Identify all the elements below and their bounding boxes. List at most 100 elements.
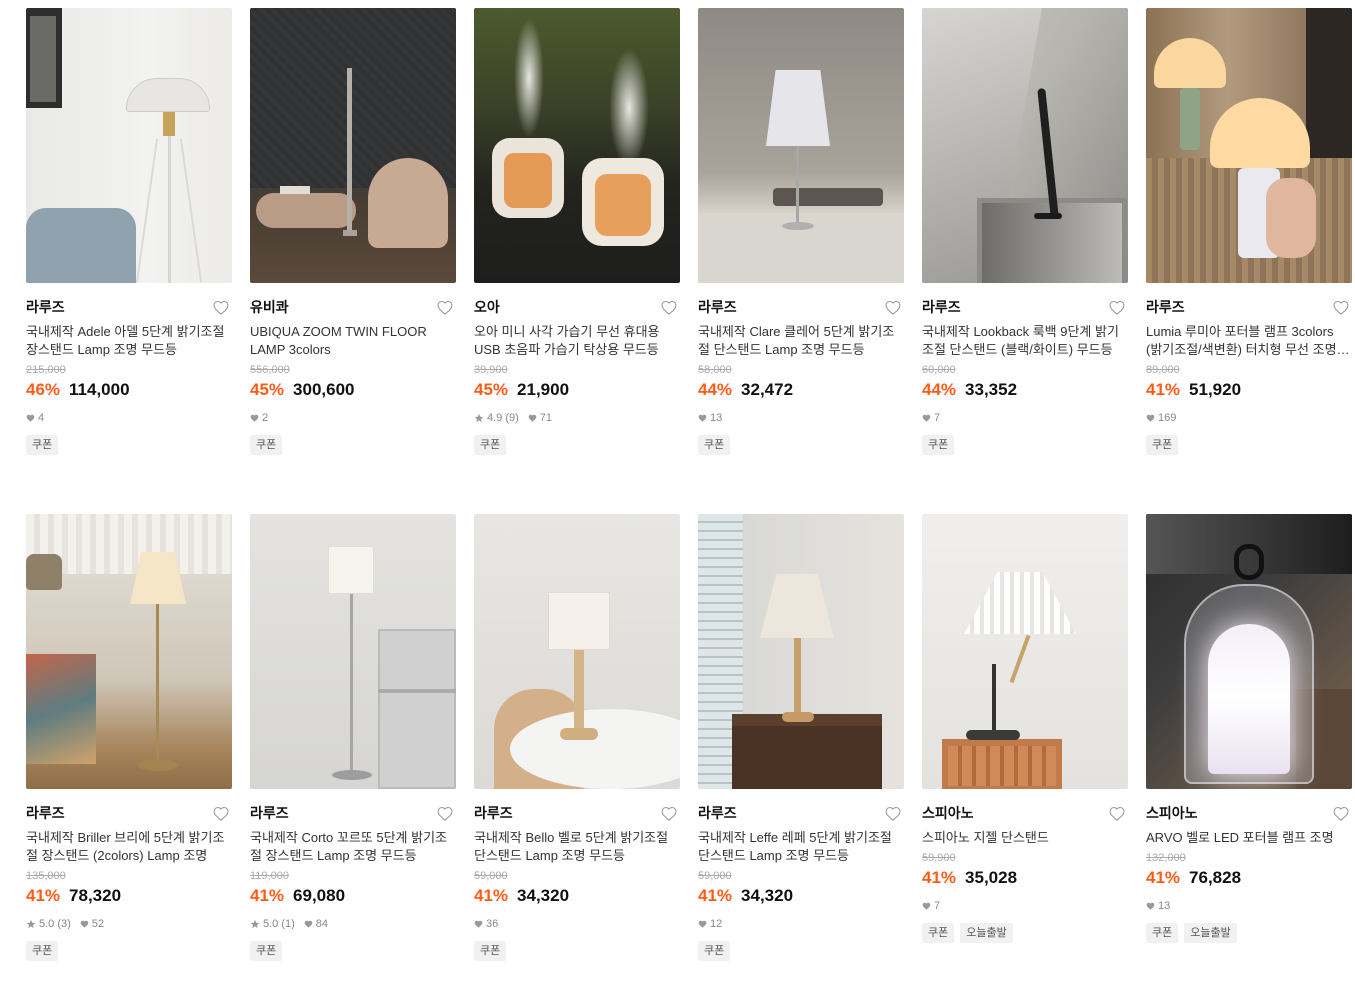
badge-coupon: 쿠폰 <box>250 435 283 455</box>
badge-ships-today: 오늘출발 <box>960 923 1013 943</box>
product-image[interactable] <box>26 514 232 789</box>
product-image[interactable] <box>698 8 904 283</box>
wishlist-heart-icon[interactable] <box>1332 804 1350 822</box>
like-count: 52 <box>91 918 105 930</box>
discount-rate: 45% <box>250 380 285 399</box>
product-image[interactable] <box>698 514 904 789</box>
product-title[interactable]: 국내제작 Leffe 레페 5단계 밝기조절 단스탠드 Lamp 조명 무드등 <box>698 829 904 865</box>
product-card[interactable]: 라루즈 국내제작 Adele 아델 5단계 밝기조절 장스탠드 Lamp 조명 … <box>26 8 232 478</box>
original-price: 89,000 <box>1146 364 1180 376</box>
product-title[interactable]: Lumia 루미아 포터블 램프 3colors (밝기조절/색변환) 터치형 … <box>1146 323 1352 359</box>
star-icon <box>26 919 36 929</box>
badge-coupon: 쿠폰 <box>1146 923 1179 943</box>
product-image[interactable] <box>1146 514 1352 789</box>
product-image[interactable] <box>922 514 1128 789</box>
brand-name[interactable]: 라루즈 <box>26 803 65 823</box>
discount-rate: 41% <box>1146 868 1181 887</box>
wishlist-heart-icon[interactable] <box>436 804 454 822</box>
product-image[interactable] <box>250 8 456 283</box>
like-count: 7 <box>934 900 941 912</box>
product-image[interactable] <box>922 8 1128 283</box>
like-count: 12 <box>710 918 723 930</box>
product-title[interactable]: 국내제작 Clare 클레어 5단계 밝기조절 단스탠드 Lamp 조명 무드등 <box>698 323 904 359</box>
product-card[interactable]: 스피아노 스피아노 지젤 단스탠드 59,900 41% 35,028 7 쿠폰 오… <box>922 514 1128 984</box>
product-image[interactable] <box>474 8 680 283</box>
wishlist-heart-icon[interactable] <box>1108 804 1126 822</box>
brand-name[interactable]: 오아 <box>474 297 500 317</box>
product-title[interactable]: 국내제작 Briller 브리에 5단계 밝기조절 장스탠드 (2colors)… <box>26 829 232 865</box>
brand-name[interactable]: 라루즈 <box>698 803 737 823</box>
sale-price: 51,920 <box>1189 380 1242 399</box>
wishlist-heart-icon[interactable] <box>212 804 230 822</box>
sale-price: 34,320 <box>741 886 794 905</box>
brand-name[interactable]: 스피아노 <box>1146 803 1198 823</box>
product-title[interactable]: 스피아노 지젤 단스탠드 <box>922 829 1128 847</box>
product-title[interactable]: ARVO 벨로 LED 포터블 램프 조명 <box>1146 829 1352 847</box>
like-count: 169 <box>1158 412 1177 424</box>
sale-price: 76,828 <box>1189 868 1242 887</box>
wishlist-heart-icon[interactable] <box>436 298 454 316</box>
product-card[interactable]: 라루즈 국내제작 Bello 벨로 5단계 밝기조절 단스탠드 Lamp 조명 … <box>474 514 680 984</box>
like-count: 71 <box>539 412 553 424</box>
heart-icon <box>922 414 931 422</box>
product-image[interactable] <box>250 514 456 789</box>
wishlist-heart-icon[interactable] <box>884 804 902 822</box>
product-title[interactable]: 국내제작 Bello 벨로 5단계 밝기조절 단스탠드 Lamp 조명 무드등 <box>474 829 680 865</box>
sale-price: 32,472 <box>741 380 794 399</box>
product-title[interactable]: 국내제작 Corto 꼬르또 5단계 밝기조절 장스탠드 Lamp 조명 무드등 <box>250 829 456 865</box>
discount-rate: 41% <box>922 868 957 887</box>
brand-name[interactable]: 유비콰 <box>250 297 289 317</box>
brand-name[interactable]: 라루즈 <box>250 803 289 823</box>
original-price: 58,000 <box>698 364 732 376</box>
discount-rate: 41% <box>698 886 733 905</box>
product-image[interactable] <box>474 514 680 789</box>
wishlist-heart-icon[interactable] <box>1332 298 1350 316</box>
product-image[interactable] <box>26 8 232 283</box>
sale-price: 300,600 <box>293 380 355 399</box>
product-card[interactable]: 라루즈 국내제작 Corto 꼬르또 5단계 밝기조절 장스탠드 Lamp 조명… <box>250 514 456 984</box>
product-card[interactable]: 라루즈 국내제작 Lookback 룩백 9단계 밝기조절 단스탠드 (블랙/화… <box>922 8 1128 478</box>
heart-icon <box>474 920 483 928</box>
product-card[interactable]: 라루즈 Lumia 루미아 포터블 램프 3colors (밝기조절/색변환) … <box>1146 8 1352 478</box>
product-card[interactable]: 라루즈 국내제작 Briller 브리에 5단계 밝기조절 장스탠드 (2col… <box>26 514 232 984</box>
discount-rate: 46% <box>26 380 61 399</box>
product-grid: 라루즈 국내제작 Adele 아델 5단계 밝기조절 장스탠드 Lamp 조명 … <box>26 8 1352 984</box>
product-card[interactable]: 라루즈 국내제작 Clare 클레어 5단계 밝기조절 단스탠드 Lamp 조명… <box>698 8 904 478</box>
product-image[interactable] <box>1146 8 1352 283</box>
badge-coupon: 쿠폰 <box>250 941 283 961</box>
original-price: 119,000 <box>250 870 289 882</box>
original-price: 215,000 <box>26 364 66 376</box>
heart-icon <box>1146 414 1155 422</box>
wishlist-heart-icon[interactable] <box>212 298 230 316</box>
badge-coupon: 쿠폰 <box>474 435 507 455</box>
original-price: 39,900 <box>474 364 508 376</box>
discount-rate: 44% <box>922 380 957 399</box>
product-card[interactable]: 유비콰 UBIQUA ZOOM TWIN FLOOR LAMP 3colors … <box>250 8 456 478</box>
product-title[interactable]: 국내제작 Lookback 룩백 9단계 밝기조절 단스탠드 (블랙/화이트) … <box>922 323 1128 359</box>
product-title[interactable]: 국내제작 Adele 아델 5단계 밝기조절 장스탠드 Lamp 조명 무드등 <box>26 323 232 359</box>
brand-name[interactable]: 라루즈 <box>922 297 961 317</box>
product-card[interactable]: 오아 오아 미니 사각 가습기 무선 휴대용 USB 초음파 가습기 탁상용 무… <box>474 8 680 478</box>
brand-name[interactable]: 라루즈 <box>1146 297 1185 317</box>
product-card[interactable]: 스피아노 ARVO 벨로 LED 포터블 램프 조명 132,000 41% 76… <box>1146 514 1352 984</box>
product-title[interactable]: 오아 미니 사각 가습기 무선 휴대용 USB 초음파 가습기 탁상용 무드등 <box>474 323 680 359</box>
brand-name[interactable]: 라루즈 <box>26 297 65 317</box>
badge-coupon: 쿠폰 <box>26 435 59 455</box>
badge-coupon: 쿠폰 <box>1146 435 1179 455</box>
brand-name[interactable]: 라루즈 <box>474 803 513 823</box>
wishlist-heart-icon[interactable] <box>884 298 902 316</box>
discount-rate: 41% <box>474 886 509 905</box>
discount-rate: 41% <box>26 886 61 905</box>
wishlist-heart-icon[interactable] <box>660 298 678 316</box>
rating: 5.0 (3) <box>39 918 71 930</box>
wishlist-heart-icon[interactable] <box>1108 298 1126 316</box>
original-price: 132,000 <box>1146 852 1186 864</box>
like-count: 2 <box>262 412 269 424</box>
heart-icon <box>1146 902 1155 910</box>
original-price: 556,000 <box>250 364 290 376</box>
product-card[interactable]: 라루즈 국내제작 Leffe 레페 5단계 밝기조절 단스탠드 Lamp 조명 … <box>698 514 904 984</box>
brand-name[interactable]: 스피아노 <box>922 803 974 823</box>
brand-name[interactable]: 라루즈 <box>698 297 737 317</box>
wishlist-heart-icon[interactable] <box>660 804 678 822</box>
product-title[interactable]: UBIQUA ZOOM TWIN FLOOR LAMP 3colors <box>250 323 456 359</box>
